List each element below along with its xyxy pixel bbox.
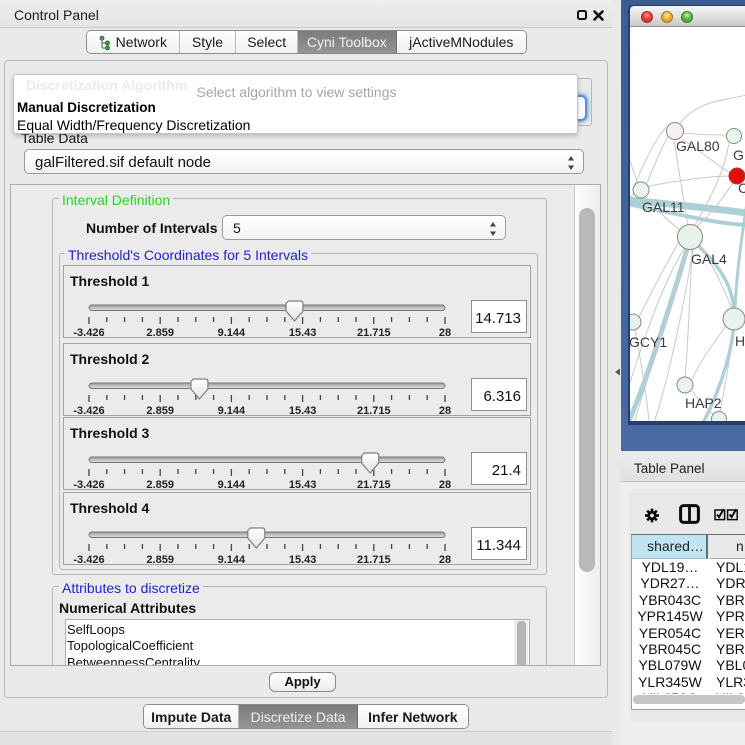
svg-text:C: C	[738, 180, 745, 196]
svg-text:21.715: 21.715	[357, 405, 391, 417]
svg-text:15.43: 15.43	[289, 479, 317, 491]
svg-text:HAP2: HAP2	[685, 395, 722, 411]
svg-text:9.144: 9.144	[218, 479, 246, 491]
svg-text:15.43: 15.43	[289, 405, 317, 417]
svg-text:28: 28	[439, 479, 451, 491]
svg-text:GAL11: GAL11	[642, 199, 685, 215]
svg-text:-3.426: -3.426	[73, 327, 104, 339]
svg-text:-3.426: -3.426	[73, 479, 104, 491]
svg-text:15.43: 15.43	[289, 554, 317, 566]
svg-text:GAL4: GAL4	[691, 251, 727, 267]
svg-text:28: 28	[439, 405, 451, 417]
svg-text:GCY1: GCY1	[630, 334, 667, 350]
svg-text:21.715: 21.715	[357, 327, 391, 339]
svg-text:GAL80: GAL80	[676, 138, 720, 154]
svg-text:H: H	[735, 333, 745, 349]
svg-text:9.144: 9.144	[218, 327, 246, 339]
svg-text:2.859: 2.859	[146, 554, 174, 566]
svg-text:28: 28	[439, 554, 451, 566]
svg-text:9.144: 9.144	[218, 554, 246, 566]
svg-text:21.715: 21.715	[357, 479, 391, 491]
svg-text:28: 28	[439, 327, 451, 339]
svg-text:2.859: 2.859	[146, 479, 174, 491]
svg-text:15.43: 15.43	[289, 327, 317, 339]
svg-text:9.144: 9.144	[218, 405, 246, 417]
svg-text:21.715: 21.715	[357, 554, 391, 566]
svg-text:2.859: 2.859	[146, 405, 174, 417]
svg-text:-3.426: -3.426	[73, 554, 104, 566]
svg-text:G...: G...	[733, 147, 745, 163]
svg-text:-3.426: -3.426	[73, 405, 104, 417]
svg-text:2.859: 2.859	[146, 327, 174, 339]
